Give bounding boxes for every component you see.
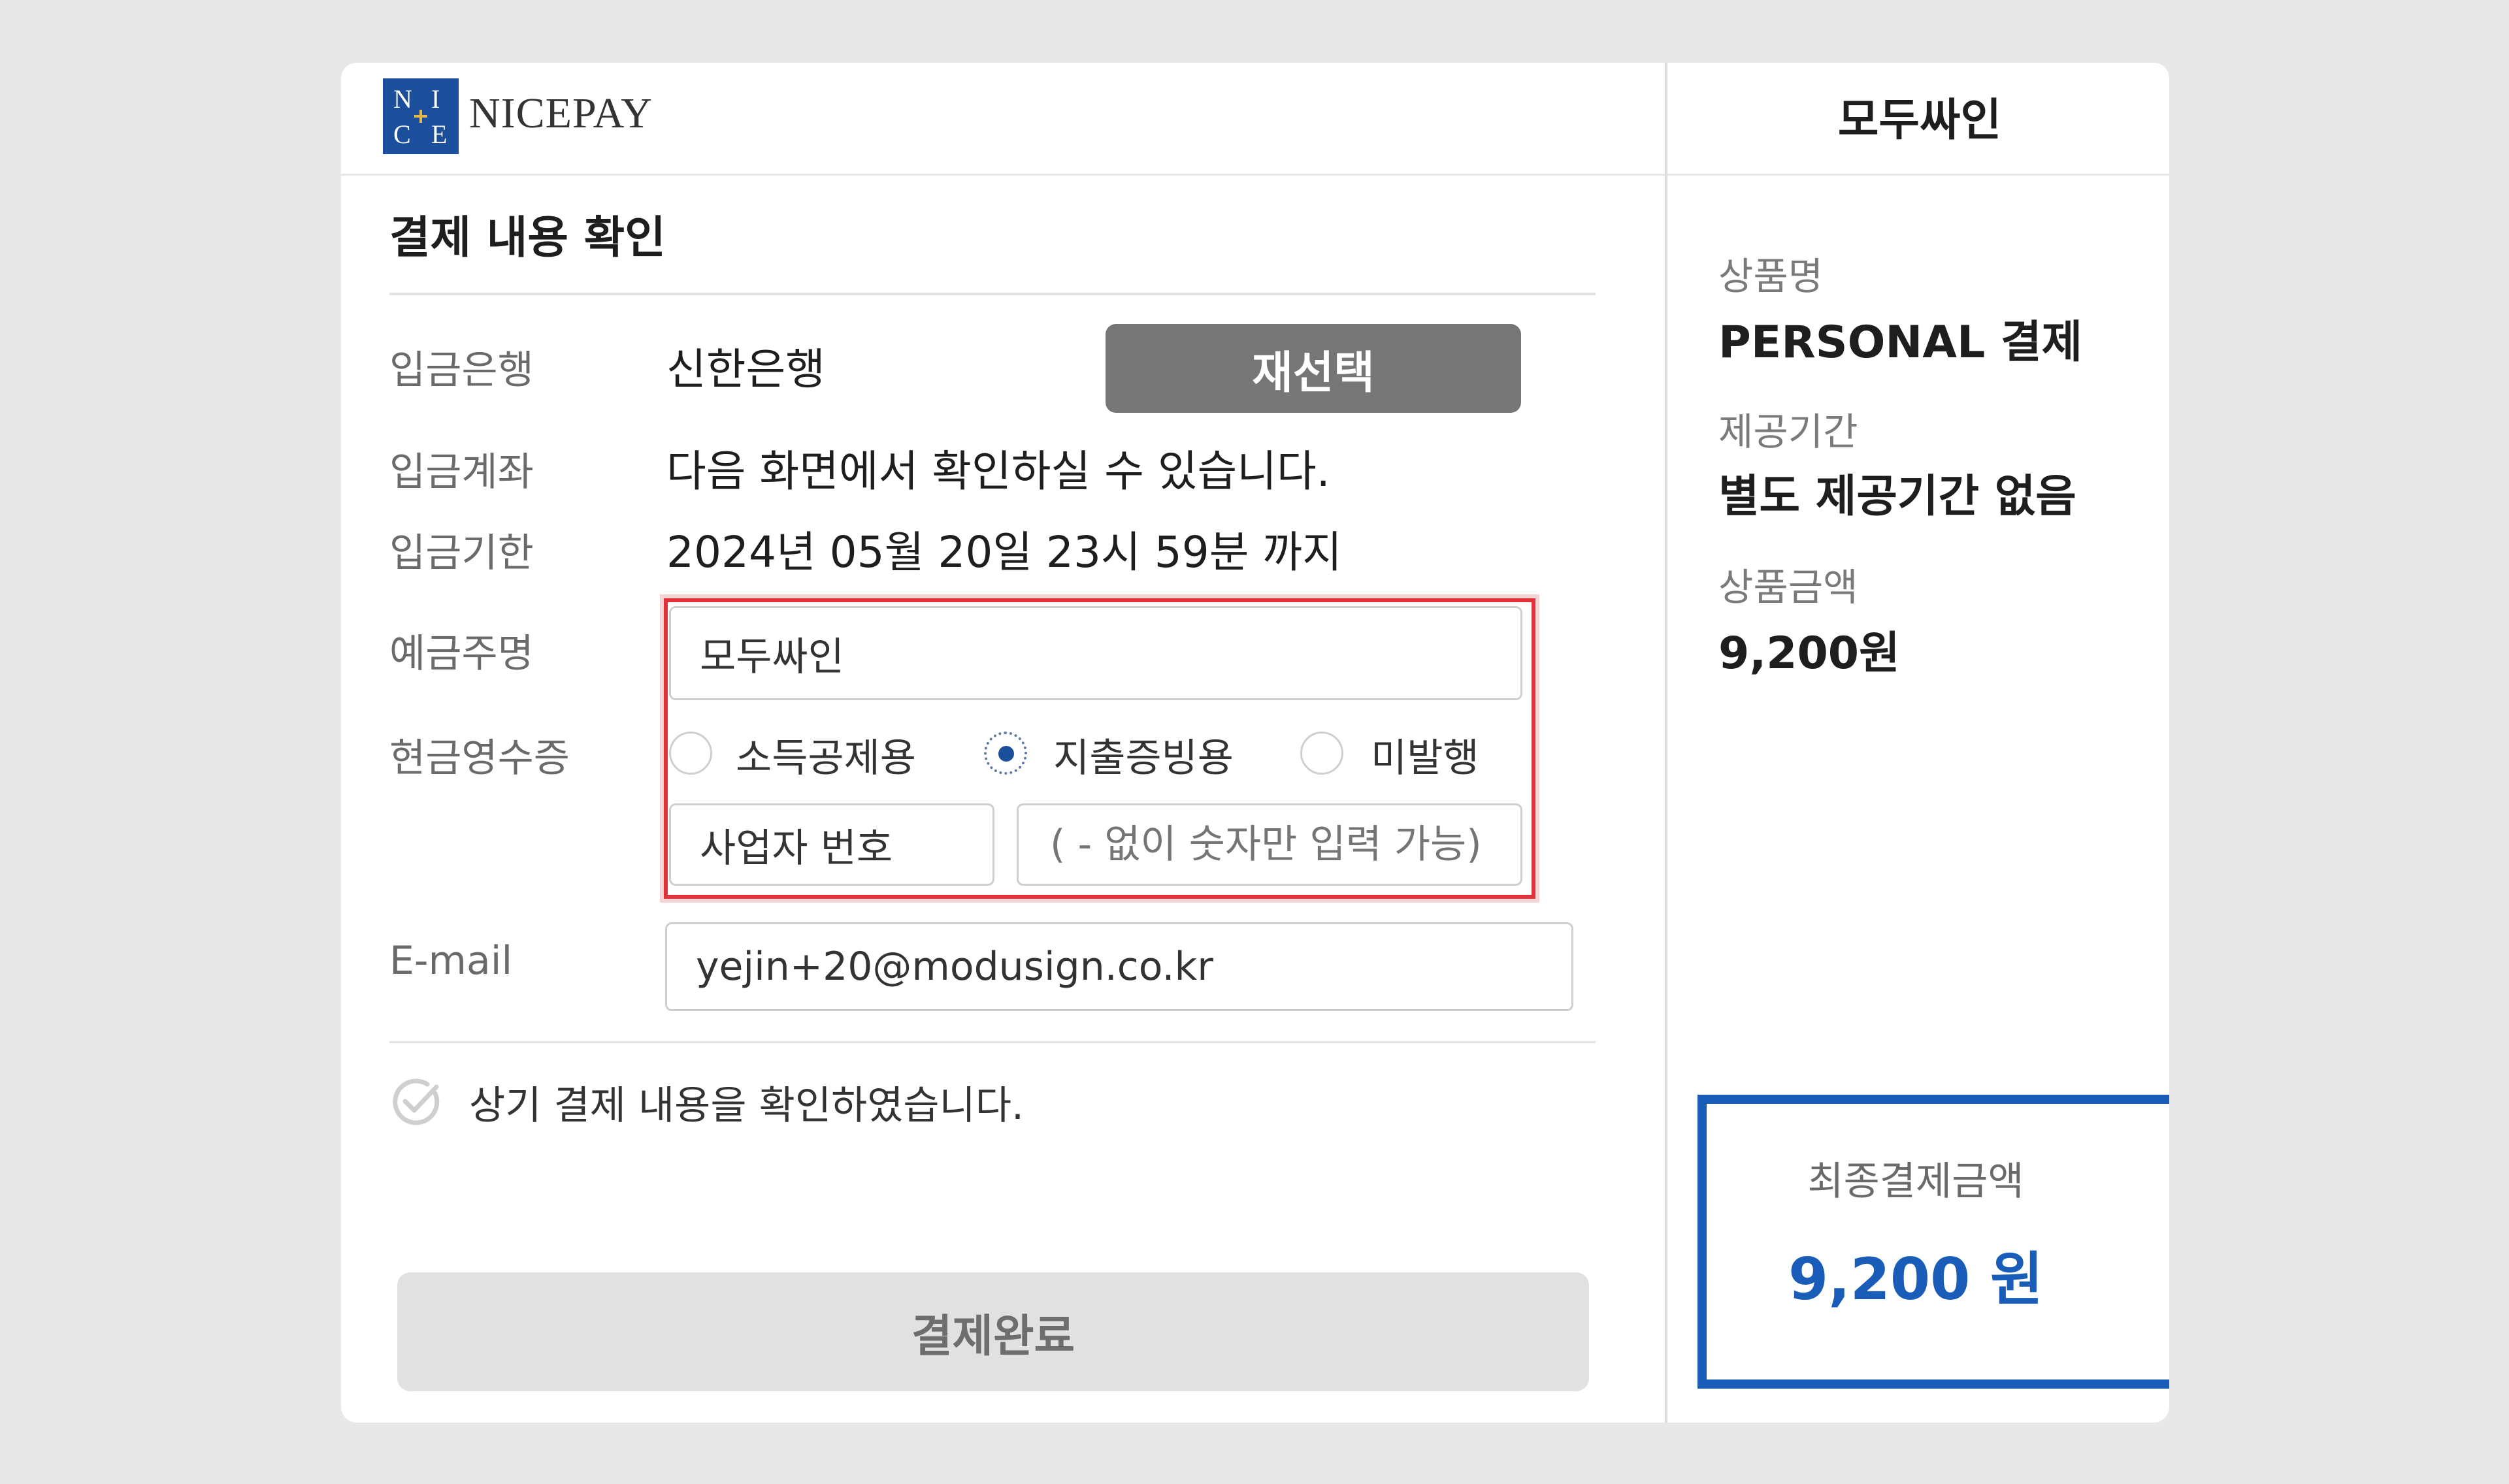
summary-panel: 모두싸인 상품명 PERSONAL 결제 제공기간 별도 제공기간 없음 상품금… <box>1665 63 2169 1423</box>
bank-value: 신한은행 <box>666 344 825 395</box>
price-label: 상품금액 <box>1718 565 1858 609</box>
summary-header-divider <box>1667 174 2169 176</box>
depositor-input[interactable] <box>669 606 1522 700</box>
title-divider <box>389 293 1596 295</box>
payment-form-panel: N I C E NICEPAY 결제 내용 확인 입금은행 신한은행 재선택 입… <box>341 63 1665 1423</box>
logo-letter-e: E <box>431 120 448 149</box>
receipt-number-input[interactable] <box>1017 803 1522 886</box>
merchant-name: 모두싸인 <box>1837 95 2002 146</box>
receipt-type-input[interactable] <box>669 803 994 886</box>
form-divider <box>389 1041 1596 1043</box>
confirm-text[interactable]: 상기 결제 내용을 확인하였습니다. <box>469 1074 1024 1131</box>
period-label: 제공기간 <box>1718 410 1858 454</box>
nicepay-logo-icon: N I C E <box>383 78 459 154</box>
payment-dialog: N I C E NICEPAY 결제 내용 확인 입금은행 신한은행 재선택 입… <box>341 63 2169 1423</box>
complete-payment-button[interactable]: 결제완료 <box>397 1272 1589 1391</box>
logo-letter-i: I <box>431 84 440 114</box>
page-title: 결제 내용 확인 <box>389 212 666 264</box>
account-label: 입금계좌 <box>389 449 534 495</box>
product-label: 상품명 <box>1718 254 1824 298</box>
deadline-label: 입금기한 <box>389 530 534 576</box>
radio-expense-proof[interactable] <box>984 732 1027 775</box>
deadline-value: 2024년 05월 20일 23시 59분 까지 <box>666 527 1342 577</box>
final-amount-value: 9,200 원 <box>1788 1246 2043 1313</box>
radio-income-deduction[interactable] <box>669 732 712 775</box>
depositor-label: 예금주명 <box>389 631 534 677</box>
radio-expense-proof-label: 지출증빙용 <box>1053 735 1234 781</box>
product-value: PERSONAL 결제 <box>1718 317 2083 368</box>
logo-letter-c: C <box>393 120 411 149</box>
price-value: 9,200원 <box>1718 628 1900 679</box>
logo-letter-n: N <box>393 84 412 114</box>
cash-receipt-label: 현금영수증 <box>389 735 570 781</box>
final-amount-label: 최종결제금액 <box>1807 1159 2024 1204</box>
email-input[interactable] <box>665 922 1573 1011</box>
check-circle-icon[interactable] <box>389 1074 444 1129</box>
bank-label: 입금은행 <box>389 347 534 393</box>
email-label: E-mail <box>389 938 513 984</box>
header-divider <box>341 174 1665 176</box>
reselect-button[interactable]: 재선택 <box>1106 324 1521 413</box>
radio-not-issued[interactable] <box>1300 732 1343 775</box>
period-value: 별도 제공기간 없음 <box>1718 471 2076 523</box>
radio-not-issued-label: 미발행 <box>1371 735 1479 781</box>
logo-text: NICEPAY <box>469 89 653 137</box>
account-value: 다음 화면에서 확인하실 수 있습니다. <box>666 446 1330 496</box>
radio-income-deduction-label: 소득공제용 <box>736 735 916 781</box>
